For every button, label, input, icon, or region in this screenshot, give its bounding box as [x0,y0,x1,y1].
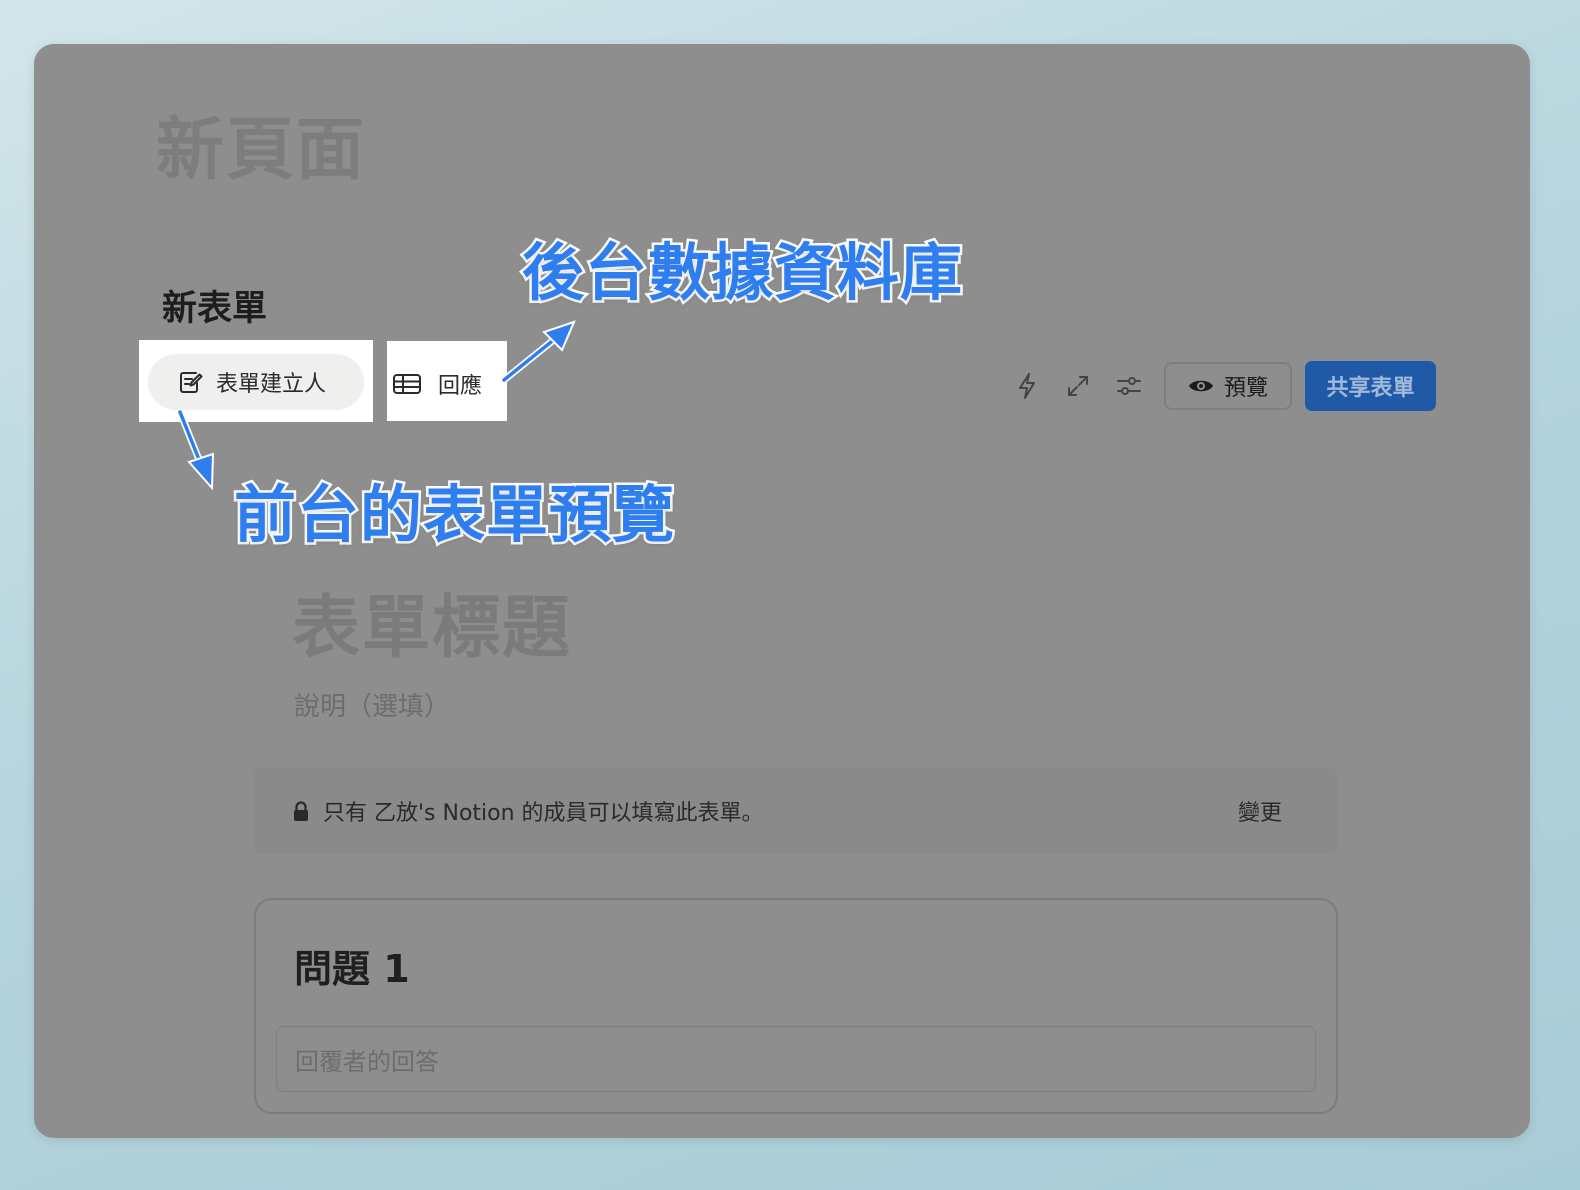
tab-responses[interactable]: 回應 [392,356,482,412]
tab-form-creator[interactable]: 表單建立人 [148,354,364,410]
tab-responses-label: 回應 [438,374,483,399]
preview-button-label: 預覽 [1223,376,1268,401]
form-description[interactable]: 說明（選填） [294,686,450,723]
expand-icon[interactable] [1064,372,1092,400]
preview-button[interactable]: 預覽 [1164,362,1292,410]
annotation-backend: 後台數據資料庫 [519,234,964,312]
form-name: 新表單 [162,289,268,329]
change-access-button[interactable]: 變更 [1238,795,1282,827]
settings-sliders-icon[interactable] [1115,372,1143,400]
access-notice-text: 只有 乙放's Notion 的成員可以填寫此表單。 [323,801,764,826]
form-title[interactable]: 表單標題 [292,572,572,671]
eye-icon [1188,377,1214,395]
share-form-button[interactable]: 共享表單 [1305,361,1436,411]
access-notice: 只有 乙放's Notion 的成員可以填寫此表單。 變更 [253,768,1338,854]
question-label[interactable]: 問題 1 [294,938,410,993]
table-icon [392,372,422,396]
edit-form-icon [176,368,204,396]
arrow-to-frontend [176,408,215,491]
question-card[interactable]: 問題 1 回覆者的回答 [254,898,1338,1114]
lightning-icon[interactable] [1013,372,1041,400]
arrow-to-backend [500,320,576,384]
tab-form-creator-label: 表單建立人 [216,372,327,397]
answer-input[interactable]: 回覆者的回答 [276,1026,1316,1092]
lock-icon [293,800,309,822]
page-title: 新頁面 [156,111,367,190]
annotation-frontend: 前台的表單預覽 [231,476,676,554]
notion-window: 新頁面 新表單 表單建立人 回應 預覽 共享表單 後台數據資料庫 前台的表單預覽… [34,44,1530,1138]
